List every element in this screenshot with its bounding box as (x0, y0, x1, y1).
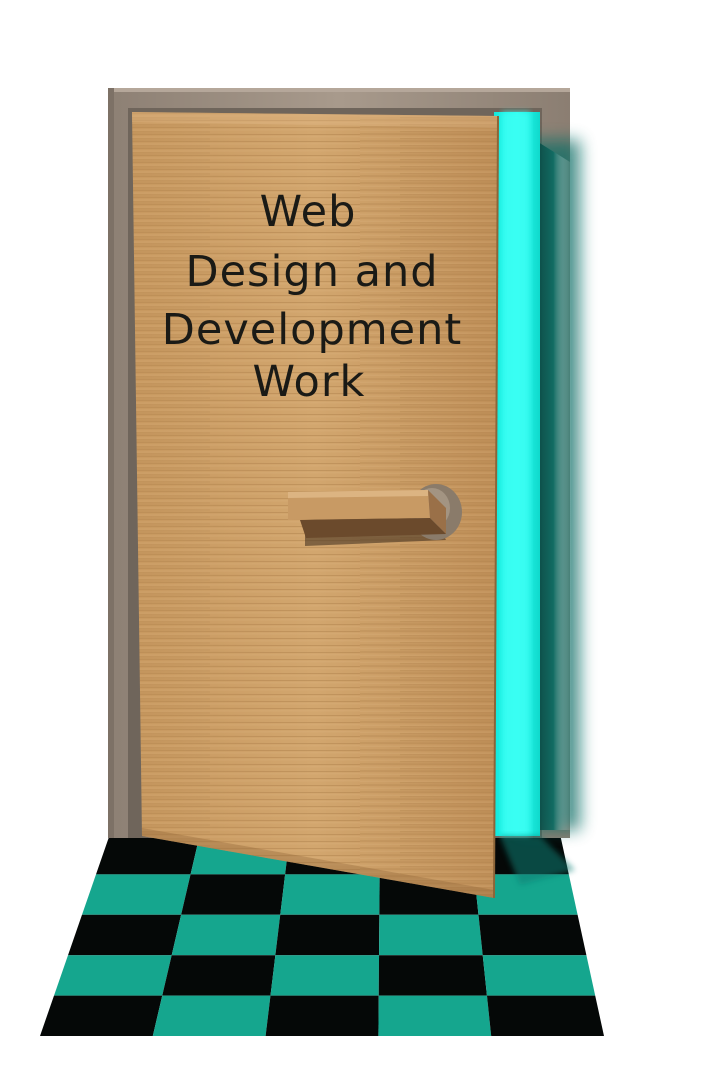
floor-tile (181, 874, 286, 915)
sign-line-1: Web (260, 187, 357, 237)
floor-tile (265, 995, 379, 1036)
doorway-glow (494, 112, 580, 885)
floor-tile (379, 914, 483, 956)
floor-tile (68, 914, 182, 956)
floor-tile (378, 995, 492, 1036)
door[interactable]: Web Design and Development Work (132, 112, 499, 899)
sign-line-4: Work (253, 357, 366, 407)
sign-line-2: Design and (185, 247, 438, 297)
floor-tile (171, 914, 281, 956)
floor-tile (162, 955, 276, 996)
floor-tile (280, 874, 380, 915)
floor-tile (82, 874, 191, 915)
sign-line-3: Development (162, 305, 462, 355)
door-handle-icon[interactable] (288, 484, 462, 546)
floor-tile (40, 995, 163, 1036)
floor-tile (275, 914, 380, 956)
floor-tile (54, 955, 172, 996)
floor-tile (152, 995, 271, 1036)
floor-tile (378, 955, 487, 996)
floor-tile (478, 914, 587, 956)
open-door-scene: Web Design and Development Work (40, 88, 604, 1036)
floor-tile (482, 955, 596, 996)
floor-tile (270, 955, 380, 996)
floor-tile (486, 995, 604, 1036)
